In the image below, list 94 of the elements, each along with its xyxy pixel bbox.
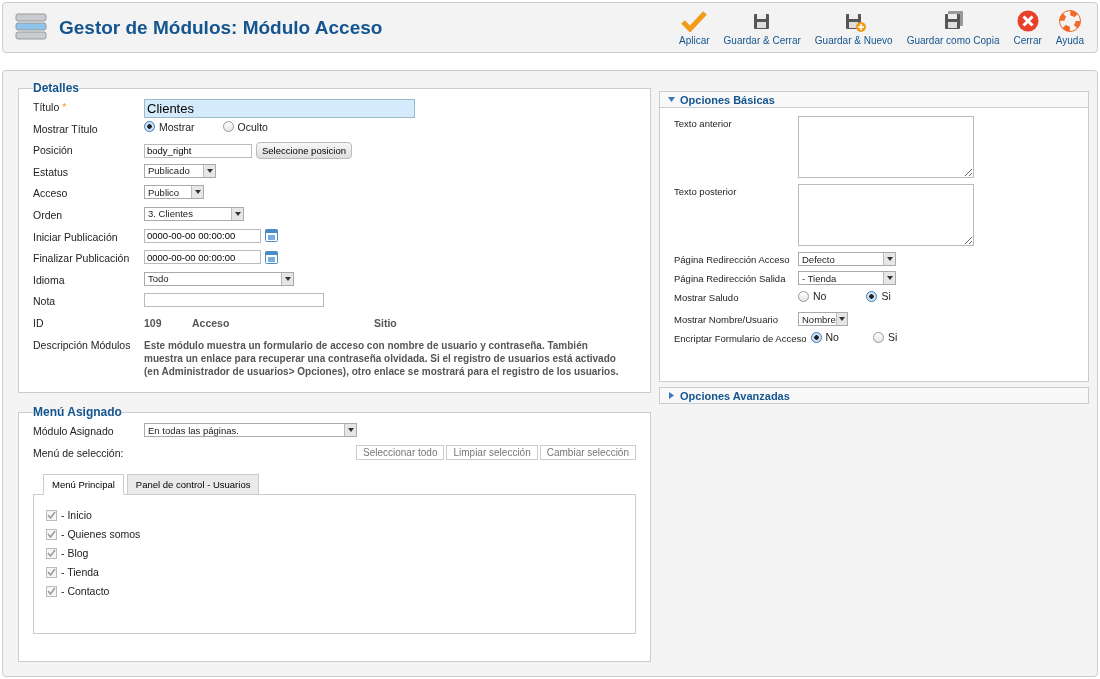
text-area[interactable]: [798, 116, 974, 178]
caret-icon: [234, 211, 241, 216]
checkbox[interactable]: [46, 509, 57, 521]
panel-header[interactable]: Opciones Avanzadas: [659, 387, 1089, 404]
toolbar-button[interactable]: Guardar & Nuevo: [809, 9, 898, 46]
radio-option[interactable]: Mostrar: [144, 120, 195, 133]
toolbar-button[interactable]: Aplicar: [674, 9, 715, 46]
triangle-down-icon: [668, 96, 675, 103]
field-label: Posición: [33, 143, 74, 157]
info-text: Sitio: [374, 315, 398, 329]
radio-option[interactable]: No: [810, 331, 839, 343]
radio-button[interactable]: [222, 121, 234, 133]
field-label: Mostrar Nombre/Usuario: [674, 313, 779, 325]
field-label: Finalizar Publicación: [33, 251, 131, 265]
title-field[interactable]: Clientes: [144, 99, 415, 118]
checkmark-icon: [681, 9, 708, 32]
field-label: Descripción Módulos: [33, 337, 132, 351]
info-text: 109: [144, 315, 163, 329]
toolbar-button[interactable]: Guardar como Copia: [901, 9, 1005, 46]
menu-item[interactable]: - Contacto: [46, 585, 623, 598]
calendar-icon[interactable]: [265, 229, 278, 243]
caret-icon: [886, 257, 893, 261]
field-label: Mostrar Título: [33, 121, 99, 135]
caret-icon: [206, 168, 213, 173]
caret-icon: [838, 317, 845, 321]
page-title: Gestor de Módulos: Módulo Acceso: [59, 16, 384, 39]
info-text: Acceso: [192, 315, 231, 329]
radio-option[interactable]: Si: [872, 331, 898, 343]
field-label: Título *: [33, 100, 68, 113]
dropdown[interactable]: Defecto: [798, 252, 896, 266]
field-label: Idioma: [33, 272, 66, 286]
dropdown[interactable]: Todo: [144, 271, 294, 286]
menu-item[interactable]: - Blog: [46, 547, 623, 560]
radio-option[interactable]: Si: [866, 290, 891, 302]
dropdown[interactable]: Nombre: [798, 312, 848, 326]
note-field[interactable]: [144, 293, 324, 308]
checkbox[interactable]: [46, 566, 57, 578]
toolbar-button[interactable]: Cerrar: [1008, 9, 1047, 46]
close-icon: [1015, 9, 1040, 32]
toolbar-button[interactable]: Guardar & Cerrar: [718, 9, 806, 46]
caret-icon: [284, 276, 291, 281]
caret-icon: [886, 276, 893, 280]
radio-button[interactable]: [872, 331, 884, 343]
radio-button[interactable]: [798, 290, 809, 302]
field-label: Estatus: [33, 164, 70, 178]
select-position-button[interactable]: Seleccione posicion: [256, 142, 352, 160]
caret-icon: [194, 190, 201, 195]
date-field[interactable]: 0000-00-00 00:00:00: [144, 250, 261, 265]
menu-tab[interactable]: Panel de control - Usuarios: [126, 474, 260, 496]
selection-button[interactable]: Limpiar selección: [446, 444, 538, 460]
selection-button[interactable]: Cambiar selección: [539, 444, 636, 460]
field-label: Texto posterior: [674, 185, 738, 197]
menu-item[interactable]: - Tienda: [46, 566, 623, 579]
field-label: Acceso: [33, 186, 69, 200]
checkbox[interactable]: [46, 585, 57, 597]
dropdown[interactable]: Publico: [144, 185, 204, 200]
radio-button[interactable]: [810, 331, 822, 343]
calendar-icon[interactable]: [265, 250, 278, 264]
radio-option[interactable]: Oculto: [222, 120, 268, 133]
menu-item[interactable]: - Inicio: [46, 509, 623, 522]
field-label: Menú de selección:: [33, 445, 125, 459]
dropdown[interactable]: Publicado: [144, 163, 216, 178]
field-label: Nota: [33, 294, 57, 308]
field-label: Mostrar Saludo: [674, 291, 740, 303]
module-description: Este módulo muestra un formulario de acceso con nombre de usuario y contraseña. También muestra un enlace para recuperar una contraseña olvidada. Si el registro de usuarios está activado (en Administrador de usuarios> Opciones), otro enlace se mostrará para el registro de los usuarios.: [144, 338, 620, 378]
field-label: Encriptar Formulario de Acceso: [674, 332, 807, 344]
field-label: Página Redirección Salida: [674, 272, 787, 284]
menu-tab[interactable]: Menú Principal: [43, 474, 124, 496]
date-field[interactable]: 0000-00-00 00:00:00: [144, 228, 261, 243]
field-label: Texto anterior: [674, 117, 733, 129]
radio-button[interactable]: [866, 290, 878, 302]
field-label: Orden: [33, 207, 64, 221]
caret-icon: [347, 428, 354, 432]
toolbar-button[interactable]: Ayuda: [1050, 9, 1089, 46]
field-label: Módulo Asignado: [33, 424, 115, 437]
radio-option[interactable]: No: [798, 290, 827, 302]
dropdown[interactable]: - Tienda: [798, 271, 896, 285]
panel-header[interactable]: Opciones Básicas: [659, 91, 1089, 108]
section-title: Menú Asignado: [33, 405, 122, 419]
menu-item[interactable]: - Quienes somos: [46, 528, 623, 541]
text-area[interactable]: [798, 184, 974, 246]
dropdown[interactable]: En todas las páginas.: [144, 423, 357, 437]
lifebuoy-icon: [1057, 9, 1082, 32]
position-field[interactable]: body_right: [144, 143, 252, 158]
dropdown[interactable]: 3. Clientes: [144, 206, 244, 221]
checkbox[interactable]: [46, 528, 57, 540]
triangle-right-icon: [668, 392, 675, 399]
field-label: ID: [33, 315, 45, 329]
checkbox[interactable]: [46, 547, 57, 559]
field-label: Página Redirección Acceso: [674, 253, 791, 265]
selection-button[interactable]: Seleccionar todo: [355, 444, 445, 460]
section-title: Detalles: [33, 81, 80, 95]
field-label: Iniciar Publicación: [33, 229, 119, 243]
radio-button[interactable]: [144, 121, 155, 133]
